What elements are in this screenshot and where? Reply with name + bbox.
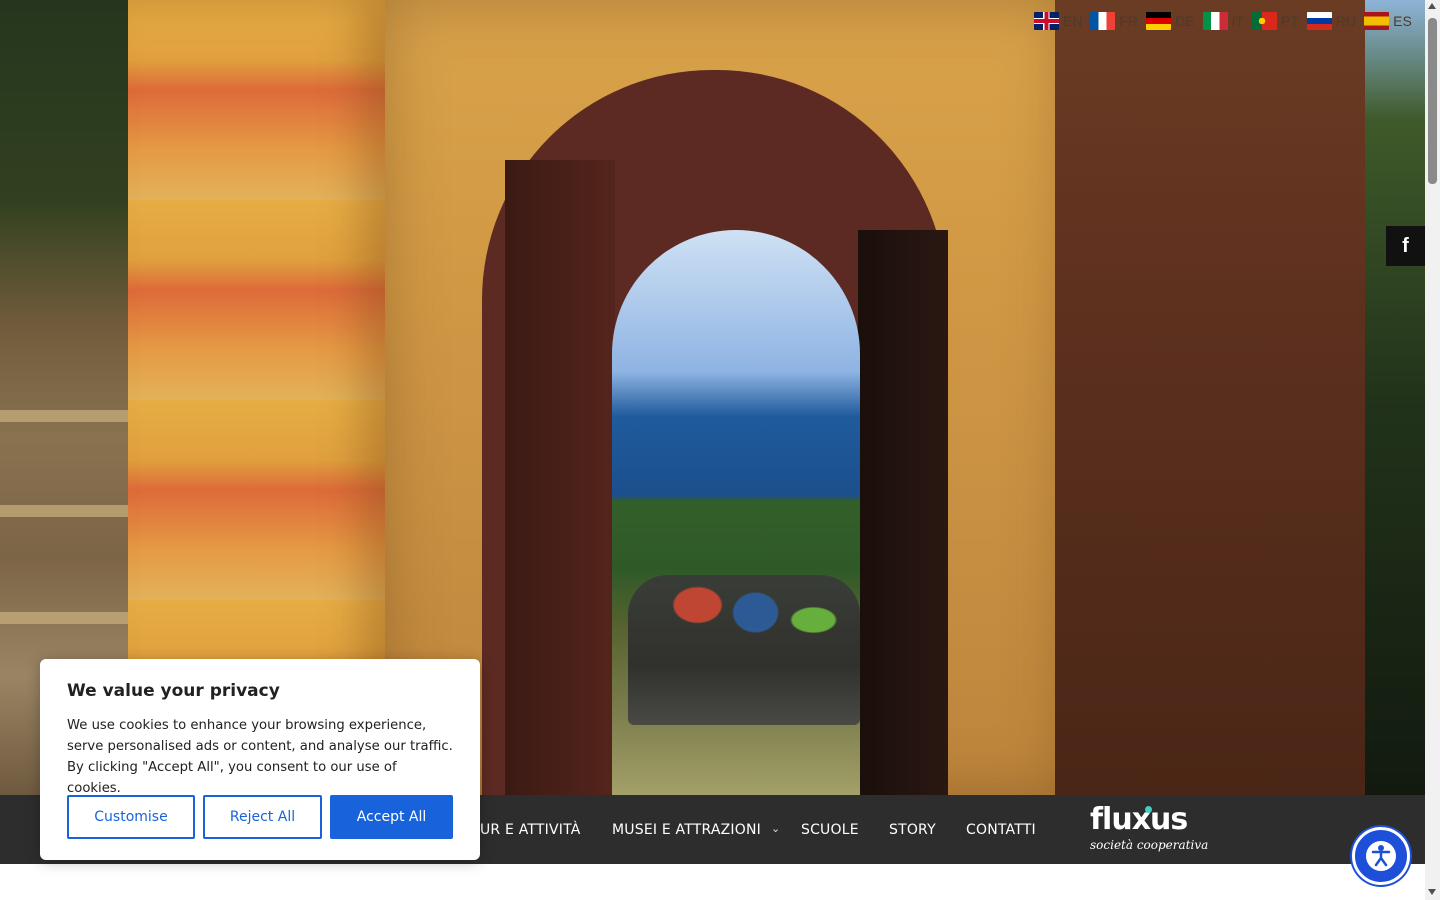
language-en[interactable]: EN xyxy=(1034,12,1082,30)
page-scrollbar[interactable] xyxy=(1425,0,1440,900)
scrollbar-thumb[interactable] xyxy=(1428,18,1437,184)
flag-france-icon xyxy=(1090,12,1116,30)
nav-item-label: STORY xyxy=(889,821,936,838)
hero-door-right xyxy=(858,230,948,795)
scroll-up-icon[interactable] xyxy=(1428,3,1436,9)
flag-spain-icon xyxy=(1364,12,1390,30)
nav-item-label: CONTATTI xyxy=(966,821,1036,838)
language-fr[interactable]: FR xyxy=(1090,12,1138,30)
nav-item-story[interactable]: STORY xyxy=(889,795,936,864)
accept-all-button[interactable]: Accept All xyxy=(330,795,453,839)
flag-portugal-icon xyxy=(1252,12,1278,30)
flag-russia-icon xyxy=(1306,12,1332,30)
hero-trees xyxy=(1365,0,1425,795)
language-label: FR xyxy=(1119,13,1139,29)
accessibility-icon xyxy=(1366,841,1396,871)
language-es[interactable]: ES xyxy=(1364,12,1412,30)
cookie-actions: Customise Reject All Accept All xyxy=(67,795,453,839)
logo-wordmark: fluxus xyxy=(1090,804,1210,836)
cookie-description: We use cookies to enhance your browsing … xyxy=(67,718,453,796)
language-pt[interactable]: PT xyxy=(1252,12,1299,30)
logo-tagline: società cooperativa xyxy=(1090,838,1209,852)
flag-germany-icon xyxy=(1146,12,1172,30)
nav-item-scuole[interactable]: SCUOLE xyxy=(801,795,859,864)
logo-dot xyxy=(1145,806,1152,813)
language-de[interactable]: DE xyxy=(1146,12,1195,30)
language-ru[interactable]: RU xyxy=(1306,12,1357,30)
nav-item-musei-e-attrazioni[interactable]: MUSEI E ATTRAZIONI xyxy=(612,795,761,864)
flag-uk-icon xyxy=(1034,12,1059,30)
nav-item-label: MUSEI E ATTRAZIONI xyxy=(612,821,761,838)
facebook-link[interactable]: f xyxy=(1386,226,1425,266)
language-label: EN xyxy=(1063,13,1083,29)
cookie-title: We value your privacy xyxy=(67,681,280,701)
accessibility-button[interactable] xyxy=(1352,827,1410,885)
hero-door-left xyxy=(505,160,615,795)
language-label: PT xyxy=(1281,13,1299,29)
language-label: DE xyxy=(1175,13,1195,29)
language-it[interactable]: IT xyxy=(1202,12,1245,30)
reject-all-button[interactable]: Reject All xyxy=(203,795,322,839)
cookie-consent-banner: We value your privacy We use cookies to … xyxy=(40,659,480,860)
chevron-down-icon[interactable]: ⌄ xyxy=(771,822,780,835)
language-label: IT xyxy=(1231,13,1245,29)
logo-name: fluxus xyxy=(1090,802,1188,837)
hero-crowd xyxy=(628,575,860,725)
nav-item-contatti[interactable]: CONTATTI xyxy=(966,795,1036,864)
flag-italy-icon xyxy=(1202,12,1228,30)
facebook-icon: f xyxy=(1402,234,1409,257)
language-label: ES xyxy=(1393,13,1412,29)
language-label: RU xyxy=(1335,13,1357,29)
nav-item-label: SCUOLE xyxy=(801,821,859,838)
hero-right-wall xyxy=(1055,0,1365,795)
site-logo[interactable]: fluxus società cooperativa xyxy=(1090,804,1210,856)
language-switcher: EN FR DE IT PT RU ES xyxy=(1034,12,1412,30)
scroll-down-icon[interactable] xyxy=(1428,889,1436,895)
hero-stair-step xyxy=(0,410,130,422)
customise-button[interactable]: Customise xyxy=(67,795,195,839)
